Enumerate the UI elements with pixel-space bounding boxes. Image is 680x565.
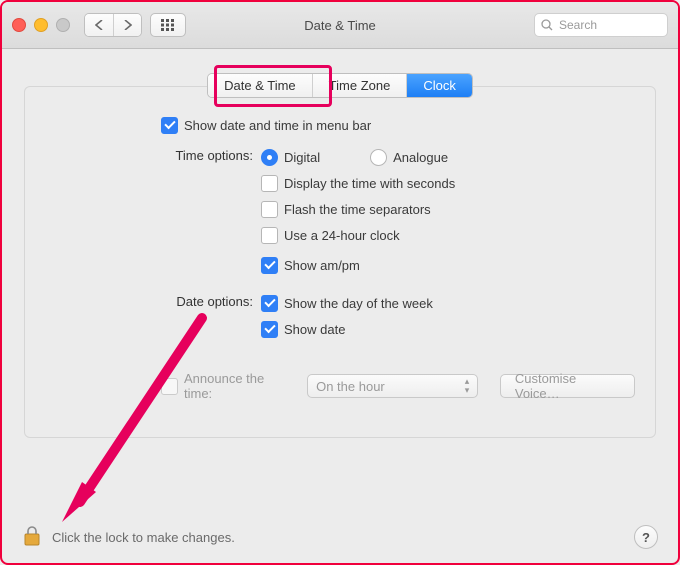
preferences-window: Date & Time Date & Time Time Zone Clock … [0,0,680,565]
zoom-icon [56,18,70,32]
lock-text: Click the lock to make changes. [52,530,235,545]
seconds-checkbox[interactable] [261,175,278,192]
content-panel: Show date and time in menu bar Time opti… [24,86,656,438]
ampm-checkbox[interactable] [261,257,278,274]
tab-date-time[interactable]: Date & Time [208,74,312,97]
showdate-label: Show date [284,322,345,337]
customise-voice-label: Customise Voice… [515,371,620,401]
help-button[interactable]: ? [634,525,658,549]
date-options-label: Date options: [45,293,261,309]
footer: Click the lock to make changes. ? [2,511,678,563]
24hour-checkbox[interactable] [261,227,278,244]
chevron-updown-icon: ▴▾ [465,377,470,395]
time-options-label: Time options: [45,147,261,163]
search-input[interactable] [557,17,661,33]
close-icon[interactable] [12,18,26,32]
toolbar: Date & Time [2,2,678,49]
search-field[interactable] [534,13,668,37]
grid-icon [161,19,175,31]
customise-voice-button: Customise Voice… [500,374,635,398]
flash-label: Flash the time separators [284,202,431,217]
show-menubar-checkbox[interactable] [161,117,178,134]
announce-label: Announce the time: [184,371,291,401]
nav-segment [84,13,142,37]
announce-checkbox[interactable] [161,378,178,395]
flash-checkbox[interactable] [261,201,278,218]
tab-clock[interactable]: Clock [406,74,472,97]
tab-time-zone[interactable]: Time Zone [312,74,407,97]
dow-checkbox[interactable] [261,295,278,312]
lock-icon [22,525,42,547]
window-controls [12,18,70,32]
tabs: Date & Time Time Zone Clock [207,73,473,98]
help-label: ? [642,530,650,545]
announce-interval-value: On the hour [316,379,385,394]
ampm-label: Show am/pm [284,258,360,273]
announce-interval-popup: On the hour ▴▾ [307,374,478,398]
tabs-row: Date & Time Time Zone Clock [2,73,678,98]
dow-label: Show the day of the week [284,296,433,311]
analogue-radio[interactable] [370,149,387,166]
back-button[interactable] [85,14,113,36]
digital-label: Digital [284,150,320,165]
24hour-label: Use a 24-hour clock [284,228,400,243]
search-icon [541,19,553,31]
minimize-icon[interactable] [34,18,48,32]
forward-button[interactable] [113,14,141,36]
seconds-label: Display the time with seconds [284,176,455,191]
show-all-button[interactable] [150,13,186,37]
showdate-checkbox[interactable] [261,321,278,338]
digital-radio[interactable] [261,149,278,166]
lock-button[interactable] [22,525,42,550]
analogue-label: Analogue [393,150,448,165]
show-menubar-label: Show date and time in menu bar [184,118,371,133]
